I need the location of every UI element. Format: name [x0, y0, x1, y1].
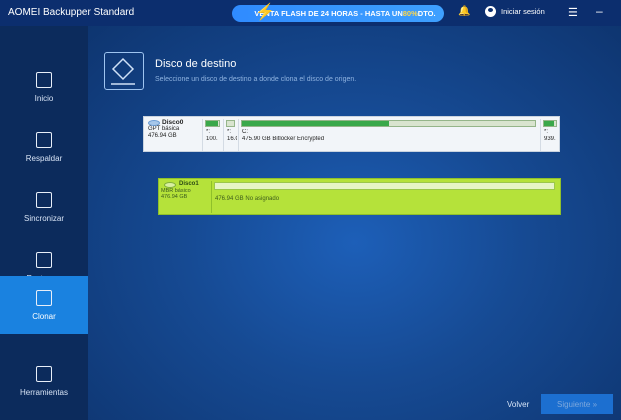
- tools-icon: [36, 365, 52, 382]
- partition-label: 100.: [206, 136, 218, 142]
- promo-highlight: 80%: [402, 9, 418, 18]
- sidebar-item-label: Sincronizar: [23, 213, 64, 223]
- target-disk-icon: [104, 52, 144, 90]
- usage-fill: [544, 121, 555, 126]
- partition: *: 939.: [540, 119, 559, 151]
- partition: C: 475.90 GB Bitlocker Encrypted: [238, 119, 538, 151]
- promo-text-b: DTO.: [417, 9, 436, 18]
- disk-type: GPT básica: [148, 126, 180, 132]
- disk-name: Disco0: [162, 119, 184, 126]
- partition-label: 476.94 GB No asignado: [215, 196, 280, 202]
- sidebar-item-label: Respaldar: [25, 153, 63, 163]
- partition-label: 475.90 GB Bitlocker Encrypted: [242, 136, 325, 142]
- disk-icon: [148, 120, 160, 126]
- title-bar: AOMEI Backupper Standard VENTA FLASH DE …: [0, 0, 621, 26]
- backup-icon: [36, 131, 52, 148]
- lightning-icon: ⚡: [255, 4, 275, 21]
- usage-fill: [206, 121, 218, 126]
- partition: 476.94 GB No asignado: [211, 181, 557, 213]
- login-button[interactable]: Iniciar sesión: [485, 6, 545, 17]
- sidebar-item-inicio[interactable]: Inicio: [0, 58, 88, 116]
- menu-icon[interactable]: ☰: [568, 6, 578, 19]
- user-icon: [485, 6, 496, 17]
- back-button[interactable]: Volver: [507, 400, 529, 409]
- partition-letter: *:: [227, 129, 232, 135]
- sync-icon: [36, 191, 52, 208]
- disk-row-disco1[interactable]: Disco1 MBR básico 476.94 GB 476.94 GB No…: [158, 178, 561, 215]
- sidebar-item-label: Inicio: [34, 93, 54, 103]
- next-button[interactable]: Siguiente »: [541, 394, 613, 414]
- minimize-icon[interactable]: –: [596, 4, 603, 18]
- page-title: Disco de destino: [155, 58, 237, 70]
- sidebar-item-clonar[interactable]: Clonar: [0, 276, 88, 334]
- sidebar-item-herramientas[interactable]: Herramientas: [0, 352, 88, 410]
- bell-icon[interactable]: 🔔: [458, 6, 470, 17]
- disk-info: Disco0 GPT básica 476.94 GB: [148, 119, 200, 151]
- disk-size: 476.94 GB: [161, 194, 188, 200]
- disk-size: 476.94 GB: [148, 133, 177, 139]
- sidebar-item-label: Clonar: [32, 311, 56, 321]
- restore-icon: [36, 251, 52, 268]
- sidebar-item-respaldar[interactable]: Respaldar: [0, 118, 88, 176]
- partition-letter: *:: [206, 129, 211, 135]
- login-label: Iniciar sesión: [501, 7, 545, 16]
- promo-text-a: VENTA FLASH DE 24 HORAS - HASTA UN: [254, 9, 403, 18]
- partition: *: 16.C: [223, 119, 237, 151]
- app-title: AOMEI Backupper Standard: [8, 7, 135, 18]
- page-subtitle: Seleccione un disco de destino a donde c…: [155, 76, 357, 83]
- usage-bar: [543, 120, 557, 127]
- clone-icon: [36, 289, 52, 306]
- partition-label: 939.: [544, 136, 556, 142]
- usage-bar: [205, 120, 220, 127]
- usage-bar: [226, 120, 235, 127]
- usage-bar: [214, 182, 555, 190]
- partition-letter: C:: [242, 129, 248, 135]
- partition: *: 100.: [202, 119, 222, 151]
- partition-label: 16.C: [227, 136, 237, 142]
- disk-icon: [164, 182, 176, 188]
- home-icon: [36, 71, 52, 88]
- disk-row-disco0[interactable]: Disco0 GPT básica 476.94 GB *: 100. *: 1…: [143, 116, 560, 152]
- partition-letter: *:: [544, 129, 549, 135]
- disk-info: Disco1 MBR básico 476.94 GB: [161, 181, 211, 201]
- usage-fill: [242, 121, 389, 126]
- sidebar-item-sincronizar[interactable]: Sincronizar: [0, 178, 88, 236]
- sidebar-item-label: Herramientas: [19, 387, 68, 397]
- usage-bar: [241, 120, 536, 127]
- main-panel: [88, 26, 621, 420]
- sidebar: Inicio Respaldar Sincronizar Restaurar C…: [0, 26, 88, 420]
